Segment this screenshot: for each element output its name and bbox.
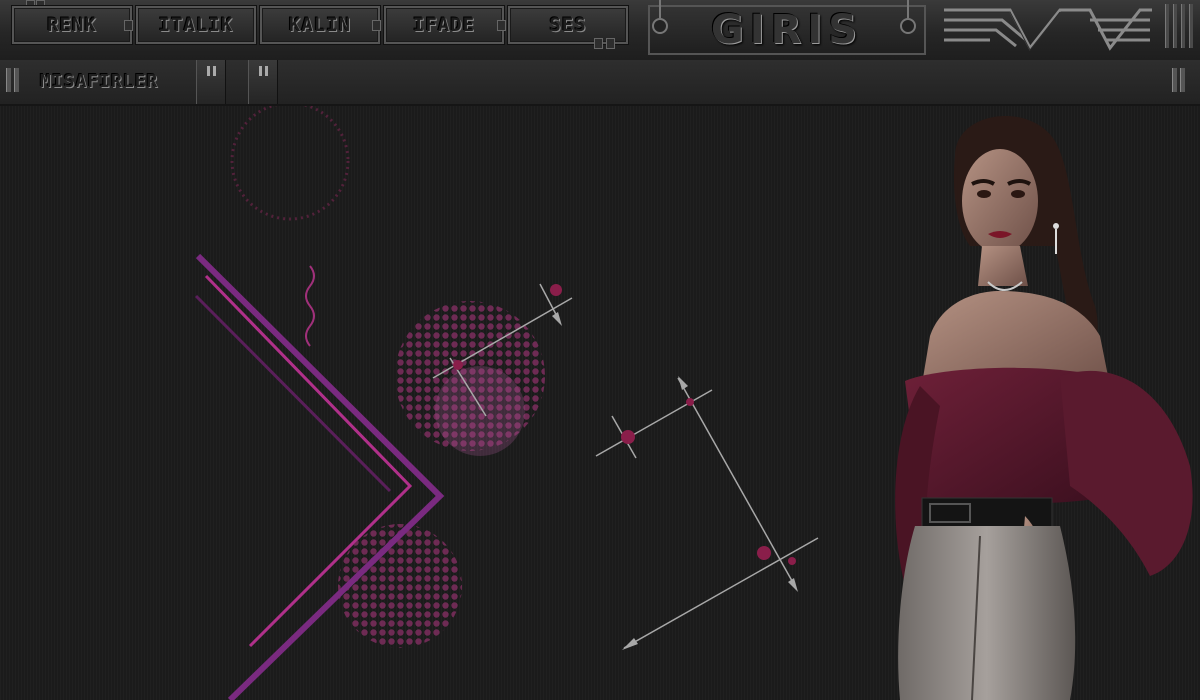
woman-artwork-image [895,115,1193,700]
guests-label[interactable]: MISAFIRLER [40,71,158,92]
toolbar-connector [606,38,615,49]
right-resize-handle[interactable] [1172,68,1188,92]
left-resize-handle[interactable] [6,68,22,92]
guests-bar: MISAFIRLER [0,60,1200,106]
knob-stem [659,0,661,18]
color-button-label: RENK [47,14,97,36]
left-knob-icon [652,18,668,34]
chat-area [0,106,1200,700]
top-toolbar: RENK ITALIK KALIN IFADE SES GIRIS [0,0,1200,61]
emoticon-button-label: IFADE [412,14,476,36]
italic-button-label: ITALIK [158,14,234,36]
emoticon-button[interactable]: IFADE [384,6,504,44]
login-label: GIRIS [710,7,864,53]
italic-button[interactable]: ITALIK [136,6,256,44]
knob-stem [907,0,909,18]
login-button[interactable]: GIRIS [648,5,926,55]
guests-tab-2[interactable] [248,60,278,104]
bold-button[interactable]: KALIN [260,6,380,44]
color-button[interactable]: RENK [12,6,132,44]
toolbar-connector [497,20,506,31]
sound-button-label: SES [549,14,587,36]
site-logo-icon [944,8,1152,51]
toolbar-connector [372,20,381,31]
guests-tab-1[interactable] [196,60,226,104]
toolbar-connector [124,20,133,31]
toolbar-grip-icon [1163,4,1193,48]
toolbar-connector [594,38,603,49]
bold-button-label: KALIN [288,14,352,36]
right-knob-icon [900,18,916,34]
